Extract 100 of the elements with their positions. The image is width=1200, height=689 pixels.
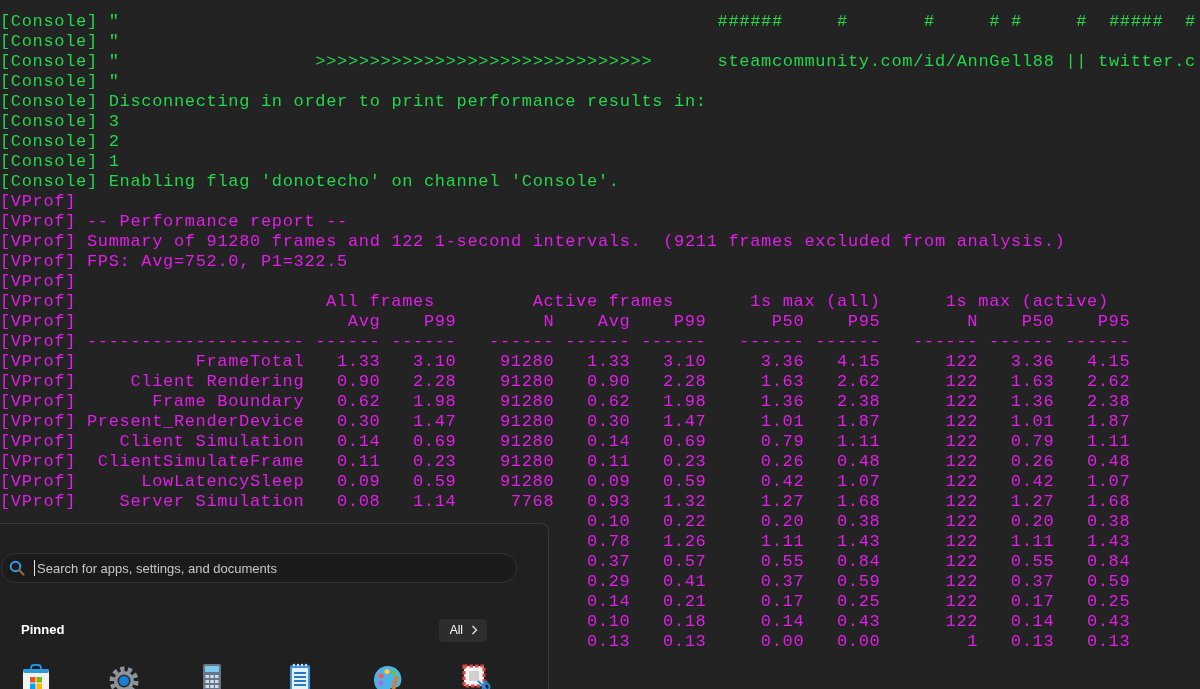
table-cell: 1.26 <box>663 532 707 551</box>
column-header: Avg <box>347 312 381 331</box>
table-cell: 0.90 <box>336 372 381 391</box>
snipping-tool-icon[interactable] <box>460 663 492 689</box>
table-cell: 4.15 <box>836 352 881 371</box>
log-line: [VProf] -- Performance report -- <box>0 212 348 232</box>
dashed-rule: ------ <box>489 332 555 351</box>
table-cell: 1.11 <box>1086 432 1131 451</box>
table-cell: 0.25 <box>836 592 881 611</box>
log-line: [VProf] <box>0 192 77 212</box>
table-cell: 1.33 <box>336 352 381 371</box>
table-cell: 0.10 <box>586 512 631 531</box>
dashed-rule: ------ <box>391 332 457 351</box>
table-cell: 2.62 <box>1086 372 1131 391</box>
log-line: [Console] " ###### # # # # # ##### # <box>0 12 1196 32</box>
row-label: Present_RenderDevice <box>86 412 305 431</box>
log-tag: [VProf] <box>0 452 77 471</box>
table-cell: 122 <box>945 512 979 531</box>
table-cell: 0.11 <box>336 452 381 471</box>
table-cell: 1.68 <box>836 492 881 511</box>
table-cell: 0.11 <box>586 452 631 471</box>
dashed-rule: ------ <box>815 332 881 351</box>
search-field[interactable]: Search for apps, settings, and documents <box>1 553 517 583</box>
table-cell: 122 <box>945 572 979 591</box>
table-cell: 1.36 <box>760 392 805 411</box>
dashed-rule: ------ <box>641 332 707 351</box>
palette-icon[interactable] <box>372 663 404 689</box>
table-cell: 0.14 <box>336 432 381 451</box>
table-cell: 0.08 <box>336 492 381 511</box>
table-cell: 0.59 <box>663 472 707 491</box>
log-line: [Console] 1 <box>0 152 120 172</box>
column-group-header: Active frames <box>532 292 674 312</box>
table-cell: 0.26 <box>760 452 805 471</box>
table-cell: 0.13 <box>586 632 631 651</box>
table-cell: 1.47 <box>663 412 707 431</box>
table-cell: 7768 <box>510 492 555 511</box>
table-cell: 122 <box>945 552 979 571</box>
table-cell: 0.90 <box>586 372 631 391</box>
table-cell: 1.27 <box>1010 492 1055 511</box>
table-cell: 0.13 <box>663 632 707 651</box>
table-cell: 0.26 <box>1010 452 1055 471</box>
table-cell: 122 <box>945 612 979 631</box>
table-cell: 0.78 <box>586 532 631 551</box>
table-cell: 0.09 <box>586 472 631 491</box>
table-cell: 0.20 <box>1010 512 1055 531</box>
log-tag: [VProf] <box>0 372 77 391</box>
dashed-rule: ------ <box>565 332 631 351</box>
table-cell: 0.79 <box>760 432 805 451</box>
log-line: [VProf] FPS: Avg=752.0, P1=322.5 <box>0 252 348 272</box>
table-cell: 2.38 <box>1086 392 1131 411</box>
table-cell: 1.32 <box>663 492 707 511</box>
table-cell: 1 <box>967 632 979 651</box>
table-cell: 3.10 <box>413 352 457 371</box>
row-label: ClientSimulateFrame <box>97 452 305 471</box>
table-cell: 1.14 <box>413 492 457 511</box>
dashed-rule: ------ <box>315 332 381 351</box>
table-cell: 3.36 <box>1010 352 1055 371</box>
table-cell: 1.11 <box>1010 532 1055 551</box>
table-cell: 0.09 <box>336 472 381 491</box>
table-cell: 0.21 <box>663 592 707 611</box>
table-cell: 0.62 <box>336 392 381 411</box>
column-header: P99 <box>423 312 457 331</box>
row-label: FrameTotal <box>195 352 305 371</box>
table-cell: 0.62 <box>586 392 631 411</box>
table-cell: 1.07 <box>1086 472 1131 491</box>
table-cell: 1.01 <box>1010 412 1055 431</box>
table-cell: 1.68 <box>1086 492 1131 511</box>
table-cell: 0.14 <box>1010 612 1055 631</box>
row-label: Server Simulation <box>119 492 305 511</box>
shopping-bag-icon[interactable] <box>20 663 52 689</box>
section-title: Pinned <box>21 621 65 640</box>
table-cell: 0.17 <box>1010 592 1055 611</box>
row-label: LowLatencySleep <box>141 472 305 491</box>
log-line: [Console] 3 <box>0 112 120 132</box>
table-cell: 0.25 <box>1086 592 1131 611</box>
table-cell: 0.00 <box>836 632 881 651</box>
table-cell: 1.87 <box>1086 412 1131 431</box>
table-cell: 0.37 <box>586 552 631 571</box>
log-tag: [VProf] <box>0 292 77 311</box>
table-cell: 122 <box>945 532 979 551</box>
table-cell: 0.43 <box>836 612 881 631</box>
table-cell: 4.15 <box>1086 352 1131 371</box>
all-apps-button[interactable]: All <box>438 618 487 642</box>
table-cell: 0.23 <box>663 452 707 471</box>
log-line: [VProf] Summary of 91280 frames and 122 1-second intervals. (9211 frames excluded from analysis.) <box>0 232 1066 252</box>
table-cell: 91280 <box>499 472 555 491</box>
log-line: [Console] " <box>0 72 120 92</box>
table-cell: 1.43 <box>1086 532 1131 551</box>
table-cell: 122 <box>945 412 979 431</box>
table-cell: 0.55 <box>1010 552 1055 571</box>
table-cell: 0.84 <box>1086 552 1131 571</box>
dashed-rule: ------ <box>913 332 979 351</box>
table-cell: 0.00 <box>760 632 805 651</box>
log-tag: [VProf] <box>0 352 77 371</box>
table-cell: 2.28 <box>663 372 707 391</box>
table-cell: 1.43 <box>836 532 881 551</box>
table-cell: 122 <box>945 472 979 491</box>
log-line: [Console] " >>>>>>>>>>>>>>>>>>>>>>>>>>>>>>> steamcommunity.com/id/AnnGell88 || twitter.c <box>0 52 1196 72</box>
log-tag: [VProf] <box>0 332 77 351</box>
table-cell: 91280 <box>499 352 555 371</box>
